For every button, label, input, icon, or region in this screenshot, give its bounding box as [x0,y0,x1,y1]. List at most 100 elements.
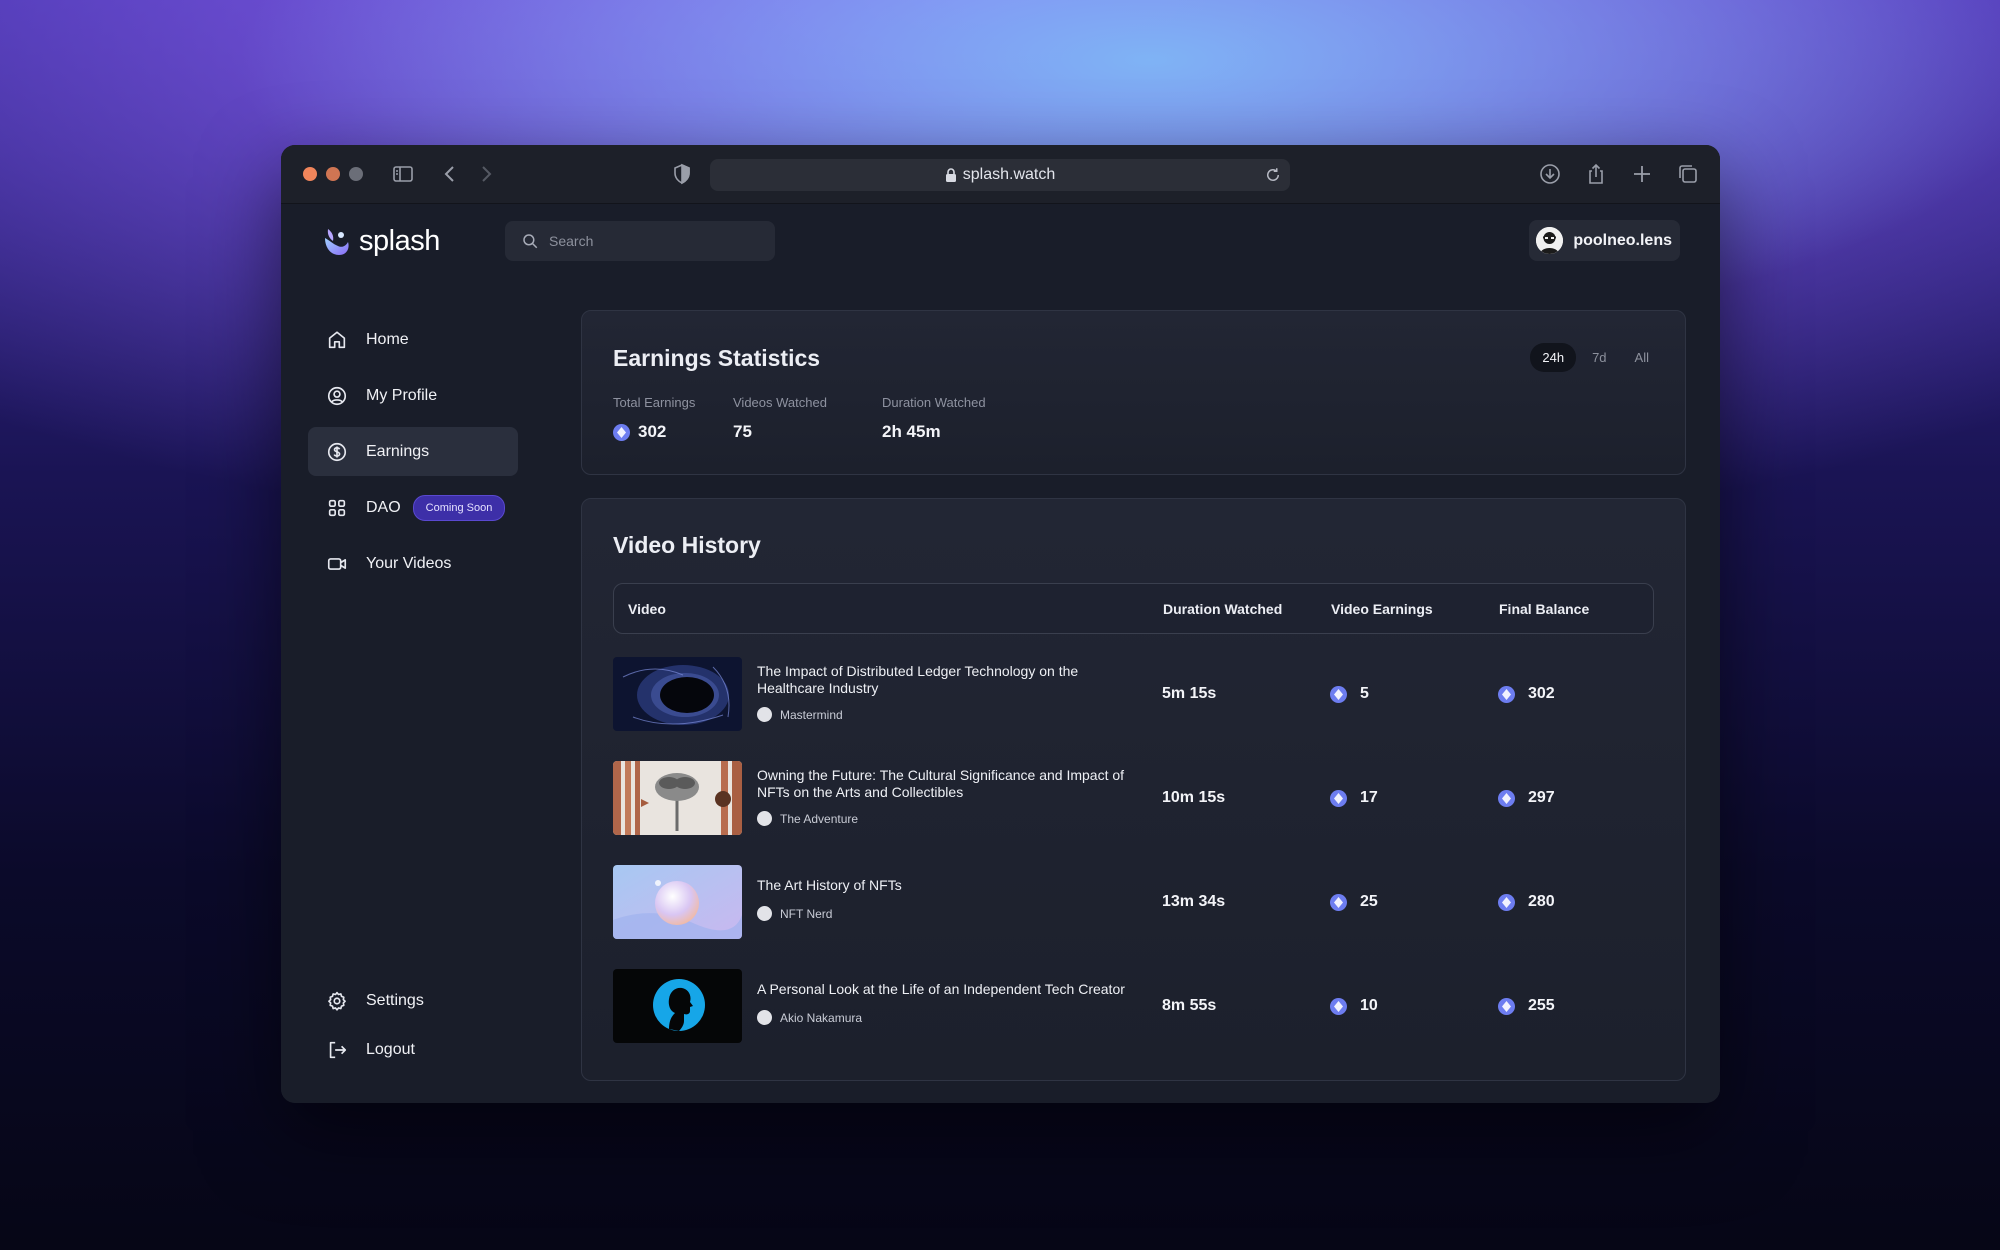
time-range-selector: 24h 7d All [1530,343,1661,372]
minimize-window-button[interactable] [326,167,340,181]
sidebar-item-label: My Profile [366,386,438,404]
table-row[interactable]: The Impact of Distributed Ledger Technol… [613,657,1654,731]
sidebar-item-your-videos[interactable]: Your Videos [308,539,518,588]
avatar [1536,227,1564,254]
table-row[interactable]: A Personal Look at the Life of an Indepe… [613,969,1654,1043]
reload-icon[interactable] [1264,166,1282,184]
download-icon[interactable] [1538,162,1562,186]
sidebar-item-label: Settings [366,991,424,1009]
author-avatar [757,1010,772,1025]
back-icon[interactable] [438,162,462,186]
lock-icon [945,168,956,182]
balance-value: 297 [1528,789,1555,806]
sidebar-item-label: DAO [366,498,401,516]
address-bar[interactable]: splash.watch [710,159,1290,191]
duration-value: 10m 15s [1162,789,1226,806]
sidebar-item-home[interactable]: Home [308,315,518,364]
duration-cell: 13m 34s [1162,893,1225,911]
range-all-tab[interactable]: All [1623,343,1661,372]
author-avatar [757,707,772,722]
video-author: NFT Nerd [757,906,832,921]
sidebar-item-logout[interactable]: Logout [308,1025,518,1074]
sidebar-item-label: Earnings [366,442,430,460]
author-name: Akio Nakamura [780,1010,863,1025]
splash-logo[interactable]: splash [319,224,440,258]
video-camera-icon [327,557,347,570]
video-thumbnail[interactable] [613,761,742,835]
search-input[interactable] [549,233,749,249]
duration-value: 5m 15s [1162,685,1217,702]
dollar-circle-icon [327,442,347,461]
earnings-cell: 25 [1330,893,1378,911]
browser-toolbar: splash.watch [281,145,1720,204]
duration-cell: 10m 15s [1162,789,1225,807]
sidebar-item-settings[interactable]: Settings [308,976,518,1025]
share-icon[interactable] [1584,162,1608,186]
user-menu-button[interactable]: poolneo.lens [1529,220,1680,261]
earnings-value: 5 [1360,685,1369,702]
token-icon [1498,685,1515,703]
token-icon [1498,997,1515,1015]
user-circle-icon [327,386,347,405]
token-icon [1498,893,1515,911]
stat-label: Duration Watched [882,395,986,410]
splash-logo-icon [325,229,349,255]
shield-icon[interactable] [670,162,694,186]
range-24h-tab[interactable]: 24h [1530,343,1577,372]
stat-value: 302 [638,422,667,441]
sidebar-item-dao[interactable]: DAO Coming Soon [308,483,518,532]
column-header-balance: Final Balance [1499,601,1590,617]
close-window-button[interactable] [303,167,317,181]
table-row[interactable]: The Art History of NFTs NFT Nerd 13m 34s… [613,865,1654,939]
stat-label: Videos Watched [733,395,827,410]
logo-text: splash [359,224,440,257]
video-title[interactable]: Owning the Future: The Cultural Signific… [757,767,1137,801]
author-name: Mastermind [780,707,843,722]
video-thumbnail[interactable] [613,657,742,731]
new-tab-icon[interactable] [1630,162,1654,186]
table-row[interactable]: Owning the Future: The Cultural Signific… [613,761,1654,835]
earnings-value: 17 [1360,789,1378,806]
video-title[interactable]: The Art History of NFTs [757,877,1137,894]
author-avatar [757,906,772,921]
stat-label: Total Earnings [613,395,696,410]
video-title[interactable]: A Personal Look at the Life of an Indepe… [757,981,1137,998]
sidebar-toggle-icon[interactable] [391,162,415,186]
stat-value: 2h 45m [882,422,941,441]
user-handle: poolneo.lens [1573,231,1672,249]
sidebar-item-my-profile[interactable]: My Profile [308,371,518,420]
search-box[interactable] [505,221,775,261]
balance-value: 280 [1528,893,1555,910]
balance-cell: 255 [1498,997,1555,1015]
duration-value: 13m 34s [1162,893,1226,910]
video-thumbnail[interactable] [613,969,742,1043]
balance-cell: 280 [1498,893,1555,911]
video-author: Mastermind [757,707,843,722]
balance-value: 302 [1528,685,1555,702]
balance-cell: 302 [1498,685,1555,703]
sidebar-item-label: Your Videos [366,554,452,572]
video-title[interactable]: The Impact of Distributed Ledger Technol… [757,663,1137,697]
duration-cell: 5m 15s [1162,685,1216,703]
video-history-card: Video History Video Duration Watched Vid… [581,498,1686,1081]
app-page: splash poolneo.lens Home My Profile Ea [281,204,1720,1103]
zoom-window-button[interactable] [349,167,363,181]
range-7d-tab[interactable]: 7d [1580,343,1618,372]
duration-cell: 8m 55s [1162,997,1216,1015]
earnings-cell: 17 [1330,789,1378,807]
token-icon [1330,685,1347,703]
token-icon [1330,789,1347,807]
sidebar-item-label: Home [366,330,409,348]
section-title: Earnings Statistics [613,345,821,371]
video-author: Akio Nakamura [757,1010,862,1025]
forward-icon[interactable] [474,162,498,186]
url-text: splash.watch [962,166,1056,183]
token-icon [1498,789,1515,807]
video-thumbnail[interactable] [613,865,742,939]
gear-icon [328,991,346,1011]
stat-value: 75 [733,422,752,441]
tab-overview-icon[interactable] [1676,162,1700,186]
token-icon [1330,893,1347,911]
sidebar-item-earnings[interactable]: Earnings [308,427,518,476]
earnings-value: 25 [1360,893,1378,910]
